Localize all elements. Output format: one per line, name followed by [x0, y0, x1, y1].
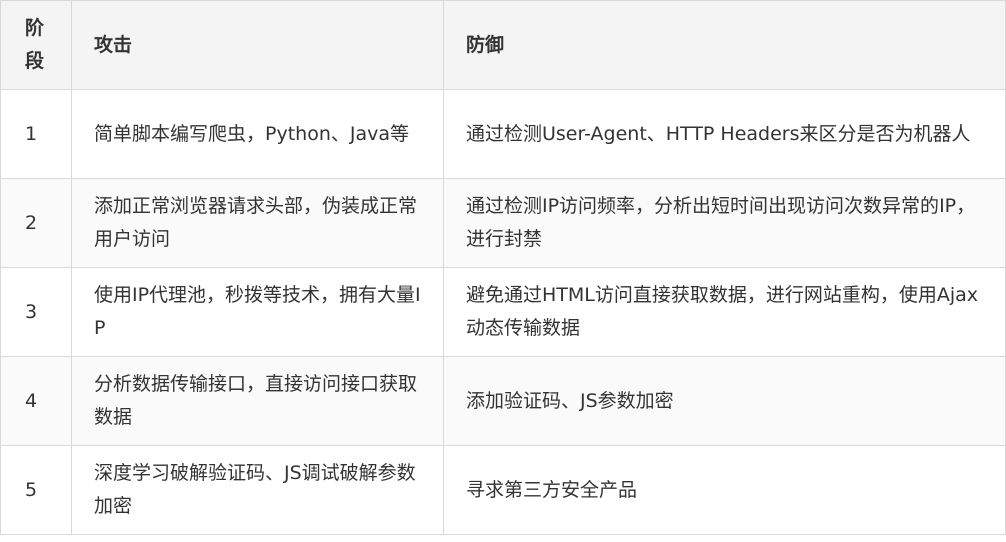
table-row: 5 深度学习破解验证码、JS调试破解参数加密 寻求第三方安全产品: [0, 445, 1006, 535]
defense-cell: 避免通过HTML访问直接获取数据，进行网站重构，使用Ajax动态传输数据: [443, 267, 1006, 357]
stage-cell: 2: [0, 178, 72, 268]
defense-cell: 添加验证码、JS参数加密: [443, 356, 1006, 446]
header-row: 阶段 攻击 防御: [0, 0, 1006, 90]
header-attack: 攻击: [71, 0, 444, 90]
defense-cell: 通过检测User-Agent、HTTP Headers来区分是否为机器人: [443, 89, 1006, 179]
defense-cell: 寻求第三方安全产品: [443, 445, 1006, 535]
table-header: 阶段 攻击 防御: [0, 0, 1006, 90]
attack-cell: 使用IP代理池，秒拨等技术，拥有大量IP: [71, 267, 444, 357]
table-row: 1 简单脚本编写爬虫，Python、Java等 通过检测User-Agent、H…: [0, 89, 1006, 179]
stage-cell: 5: [0, 445, 72, 535]
defense-cell: 通过检测IP访问频率，分析出短时间出现访问次数异常的IP，进行封禁: [443, 178, 1006, 268]
stage-cell: 1: [0, 89, 72, 179]
header-stage: 阶段: [0, 0, 72, 90]
attack-defense-table: 阶段 攻击 防御 1 简单脚本编写爬虫，Python、Java等 通过检测Use…: [0, 0, 1006, 535]
attack-cell: 简单脚本编写爬虫，Python、Java等: [71, 89, 444, 179]
stage-cell: 3: [0, 267, 72, 357]
stage-cell: 4: [0, 356, 72, 446]
attack-cell: 分析数据传输接口，直接访问接口获取数据: [71, 356, 444, 446]
table-row: 2 添加正常浏览器请求头部，伪装成正常用户访问 通过检测IP访问频率，分析出短时…: [0, 178, 1006, 268]
table-row: 3 使用IP代理池，秒拨等技术，拥有大量IP 避免通过HTML访问直接获取数据，…: [0, 267, 1006, 357]
header-defense: 防御: [443, 0, 1006, 90]
table-body: 1 简单脚本编写爬虫，Python、Java等 通过检测User-Agent、H…: [0, 89, 1006, 535]
attack-cell: 添加正常浏览器请求头部，伪装成正常用户访问: [71, 178, 444, 268]
table-row: 4 分析数据传输接口，直接访问接口获取数据 添加验证码、JS参数加密: [0, 356, 1006, 446]
attack-cell: 深度学习破解验证码、JS调试破解参数加密: [71, 445, 444, 535]
